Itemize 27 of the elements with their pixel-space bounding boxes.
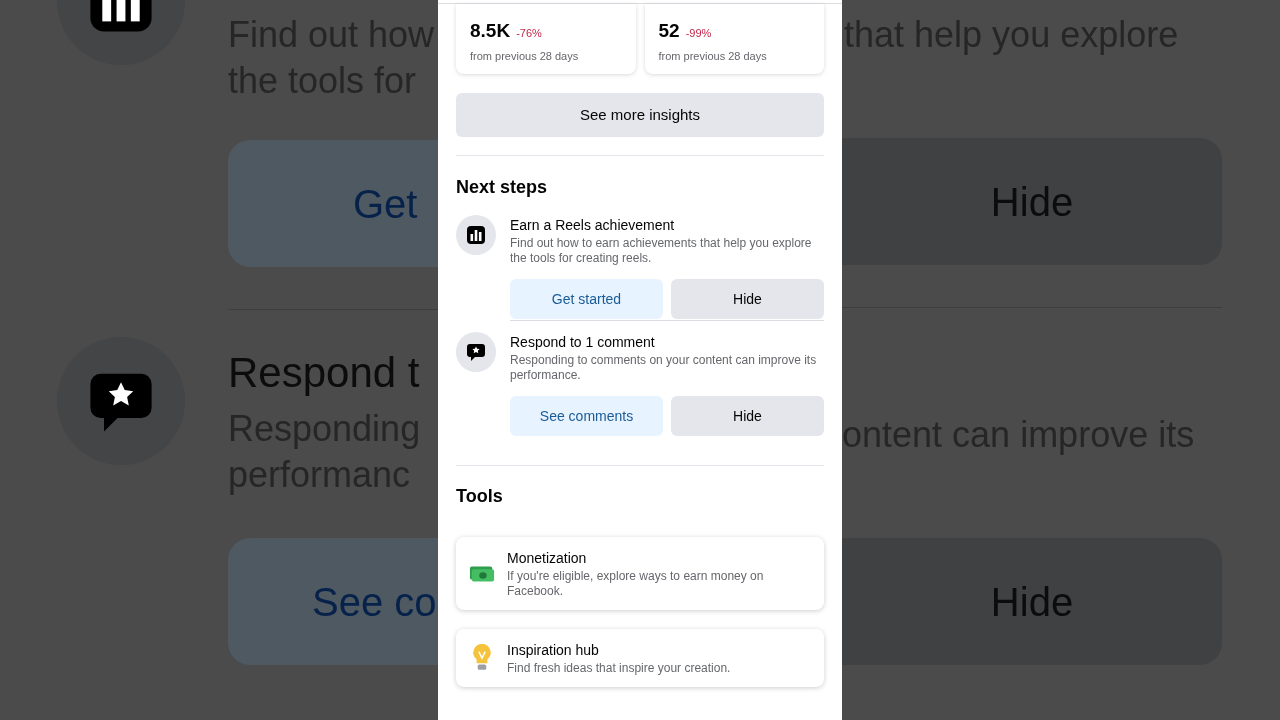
- step-description: Responding to comments on your content can improve its performance.: [510, 353, 818, 383]
- stat-change: -76%: [516, 26, 542, 41]
- tool-description: Find fresh ideas that inspire your creation.: [507, 661, 731, 676]
- comment-star-icon: [466, 342, 486, 362]
- bar-chart-icon: [466, 225, 486, 245]
- step-title: Earn a Reels achievement: [510, 216, 676, 235]
- see-more-insights-button[interactable]: See more insights: [456, 93, 824, 137]
- tool-card[interactable]: Monetization If you're eligible, explore ways to earn money on Facebook.: [456, 537, 824, 610]
- section-title: Next steps: [456, 176, 549, 198]
- section-title: Tools: [456, 485, 504, 507]
- primary-button[interactable]: See comments: [510, 396, 663, 436]
- tool-title: Monetization: [507, 549, 588, 568]
- primary-button[interactable]: Get started: [510, 279, 663, 319]
- stat-change: -99%: [685, 26, 712, 41]
- stat-caption: from previous 28 days: [470, 48, 580, 64]
- hide-button[interactable]: Hide: [671, 279, 824, 319]
- hide-button[interactable]: Hide: [671, 396, 824, 436]
- step-title: Respond t: [228, 348, 421, 398]
- tool-title: Inspiration hub: [507, 641, 600, 660]
- light-bulb-icon: [471, 643, 493, 673]
- tool-description: If you're eligible, explore ways to earn money on Facebook.: [507, 569, 765, 599]
- stat-value: 52: [658, 19, 680, 43]
- step-description: Find out how to earn achievements that help you explore the tools for creating reels.: [510, 236, 813, 266]
- stat-caption: from previous 28 days: [658, 48, 768, 64]
- stat-value: 8.5K: [470, 19, 511, 43]
- step-title: Respond to 1 comment: [510, 333, 656, 352]
- tool-card[interactable]: Inspiration hub Find fresh ideas that inspire your creation.: [456, 629, 824, 687]
